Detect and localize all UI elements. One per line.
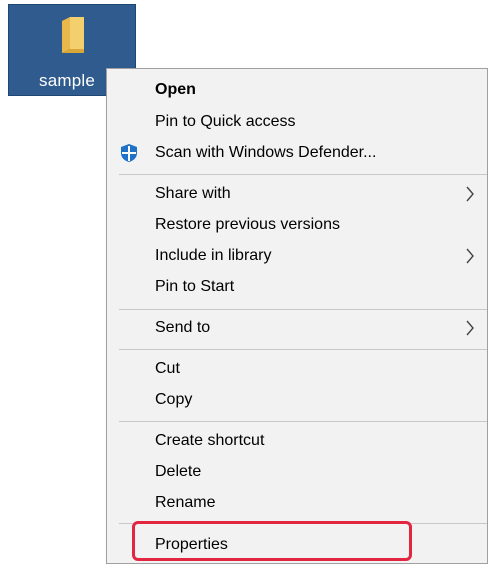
menu-item-label: Open [155,81,196,98]
menu-separator [119,174,487,175]
folder-label: sample [39,71,96,90]
menu-item-send-to[interactable]: Send to [107,313,487,343]
menu-item-pin-start[interactable]: Pin to Start [107,272,487,302]
chevron-right-icon [466,186,474,202]
menu-separator [119,349,487,350]
chevron-right-icon [466,248,474,264]
menu-item-label: Send to [155,319,211,336]
menu-item-label: Create shortcut [155,432,265,449]
menu-item-scan-defender[interactable]: Scan with Windows Defender... [107,138,487,168]
context-menu: Open Pin to Quick access Scan with Windo… [106,68,488,564]
menu-item-restore-versions[interactable]: Restore previous versions [107,210,487,240]
menu-item-label: Rename [155,494,216,511]
windows-defender-icon [121,144,137,162]
menu-item-label: Share with [155,185,231,202]
menu-item-share-with[interactable]: Share with [107,179,487,209]
menu-separator [119,421,487,422]
chevron-right-icon [466,320,474,336]
menu-item-label: Include in library [155,247,272,264]
menu-separator [119,309,487,310]
menu-item-label: Pin to Start [155,278,235,295]
folder-icon [62,17,84,53]
menu-item-include-library[interactable]: Include in library [107,241,487,271]
menu-item-label: Scan with Windows Defender... [155,144,377,161]
menu-item-label: Copy [155,391,193,408]
menu-item-label: Pin to Quick access [155,113,296,130]
properties-highlight-box [132,521,412,561]
menu-item-create-shortcut[interactable]: Create shortcut [107,426,487,456]
menu-item-rename[interactable]: Rename [107,488,487,518]
menu-item-open[interactable]: Open [107,75,487,105]
menu-item-label: Cut [155,360,180,377]
menu-item-delete[interactable]: Delete [107,457,487,487]
menu-item-cut[interactable]: Cut [107,354,487,384]
menu-item-copy[interactable]: Copy [107,385,487,415]
menu-item-label: Delete [155,463,202,480]
menu-item-label: Restore previous versions [155,216,340,233]
menu-item-pin-quick-access[interactable]: Pin to Quick access [107,107,487,137]
